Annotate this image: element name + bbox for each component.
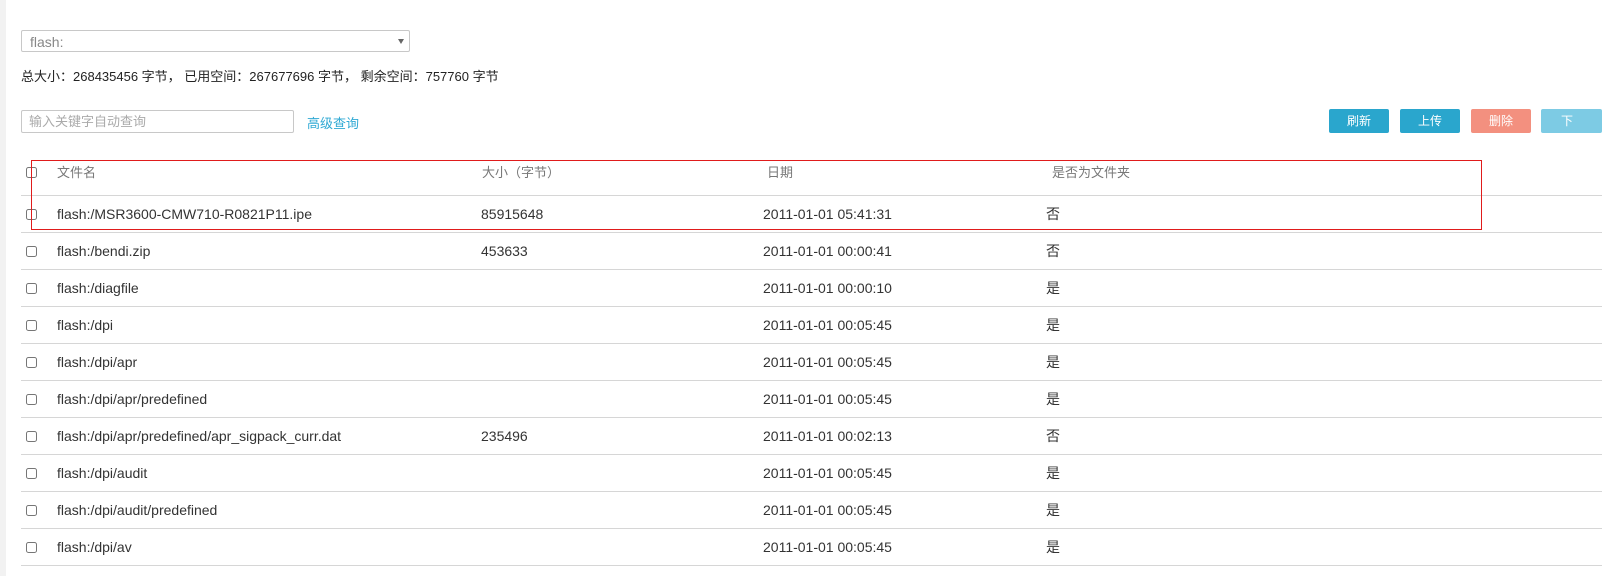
file-name: flash:/dpi/av [57,539,132,555]
table-row[interactable]: flash:/MSR3600-CMW710-R0821P11.ipe 85915… [21,196,1602,233]
table-row[interactable]: flash:/dpi/apr/predefined/apr_sigpack_cu… [21,418,1602,455]
file-date: 2011-01-01 00:05:45 [763,502,892,518]
table-row[interactable]: flash:/dpi/apr/predefined 2011-01-01 00:… [21,381,1602,418]
row-checkbox[interactable] [26,468,37,479]
file-name: flash:/MSR3600-CMW710-R0821P11.ipe [57,206,312,222]
table-row[interactable]: flash:/bendi.zip 453633 2011-01-01 00:00… [21,233,1602,270]
is-folder: 否 [1046,206,1060,222]
upload-button[interactable]: 上传 [1400,109,1460,133]
is-folder: 是 [1046,280,1060,296]
table-row[interactable]: flash:/dpi/apr 2011-01-01 00:05:45 是 [21,344,1602,381]
table-row[interactable]: flash:/diagfile 2011-01-01 00:00:10 是 [21,270,1602,307]
is-folder: 是 [1046,317,1060,333]
search-input[interactable] [21,110,294,133]
file-date: 2011-01-01 00:05:45 [763,465,892,481]
file-date: 2011-01-01 00:05:45 [763,354,892,370]
left-border-strip [0,0,6,576]
file-name: flash:/dpi [57,317,114,333]
file-name: flash:/dpi/audit [57,465,148,481]
file-size: 453633 [481,243,528,259]
table-row[interactable]: flash:/dpi 2011-01-01 00:05:45 是 [21,307,1602,344]
file-date: 2011-01-01 05:41:31 [763,206,892,222]
row-checkbox[interactable] [26,505,37,516]
file-name: flash:/dpi/audit/predefined [57,502,218,518]
file-name: flash:/diagfile [57,280,139,296]
is-folder: 是 [1046,391,1060,407]
file-size: 235496 [481,428,528,444]
device-select[interactable]: flash: [21,30,410,52]
file-date: 2011-01-01 00:02:13 [763,428,892,444]
row-checkbox[interactable] [26,394,37,405]
chevron-down-icon [398,39,404,44]
file-name: flash:/dpi/apr/predefined [57,391,208,407]
file-date: 2011-01-01 00:00:10 [763,280,892,296]
advanced-search-link[interactable]: 高级查询 [307,113,359,132]
column-header-size[interactable]: 大小（字节） [482,156,560,190]
is-folder: 是 [1046,354,1060,370]
row-checkbox[interactable] [26,357,37,368]
file-name: flash:/bendi.zip [57,243,151,259]
file-date: 2011-01-01 00:00:41 [763,243,892,259]
is-folder: 否 [1046,243,1060,259]
is-folder: 是 [1046,502,1060,518]
row-checkbox[interactable] [26,209,37,220]
table-header: 文件名 大小（字节） 日期 是否为文件夹 [21,156,1602,196]
row-checkbox[interactable] [26,246,37,257]
is-folder: 否 [1046,428,1060,444]
row-checkbox[interactable] [26,431,37,442]
storage-space-info: 总大小：268435456 字节， 已用空间：267677696 字节， 剩余空… [21,69,499,84]
refresh-button[interactable]: 刷新 [1329,109,1389,133]
row-checkbox[interactable] [26,542,37,553]
table-row[interactable]: flash:/dpi/audit/predefined 2011-01-01 0… [21,492,1602,529]
table-row[interactable]: flash:/dpi/audit 2011-01-01 00:05:45 是 [21,455,1602,492]
file-table: 文件名 大小（字节） 日期 是否为文件夹 flash:/MSR3600-CMW7… [21,156,1602,566]
file-date: 2011-01-01 00:05:45 [763,539,892,555]
file-name: flash:/dpi/apr/predefined/apr_sigpack_cu… [57,428,342,444]
select-all-checkbox[interactable] [26,167,37,178]
file-size: 85915648 [481,206,544,222]
table-row[interactable]: flash:/dpi/av 2011-01-01 00:05:45 是 [21,529,1602,566]
column-header-is-folder[interactable]: 是否为文件夹 [1052,156,1130,190]
row-checkbox[interactable] [26,283,37,294]
row-checkbox[interactable] [26,320,37,331]
column-header-name[interactable]: 文件名 [57,156,96,190]
download-button[interactable]: 下 [1541,109,1602,133]
is-folder: 是 [1046,465,1060,481]
delete-button[interactable]: 删除 [1471,109,1531,133]
is-folder: 是 [1046,539,1060,555]
file-date: 2011-01-01 00:05:45 [763,391,892,407]
column-header-date[interactable]: 日期 [767,156,793,190]
file-date: 2011-01-01 00:05:45 [763,317,892,333]
file-name: flash:/dpi/apr [57,354,138,370]
device-select-value: flash: [30,34,64,50]
